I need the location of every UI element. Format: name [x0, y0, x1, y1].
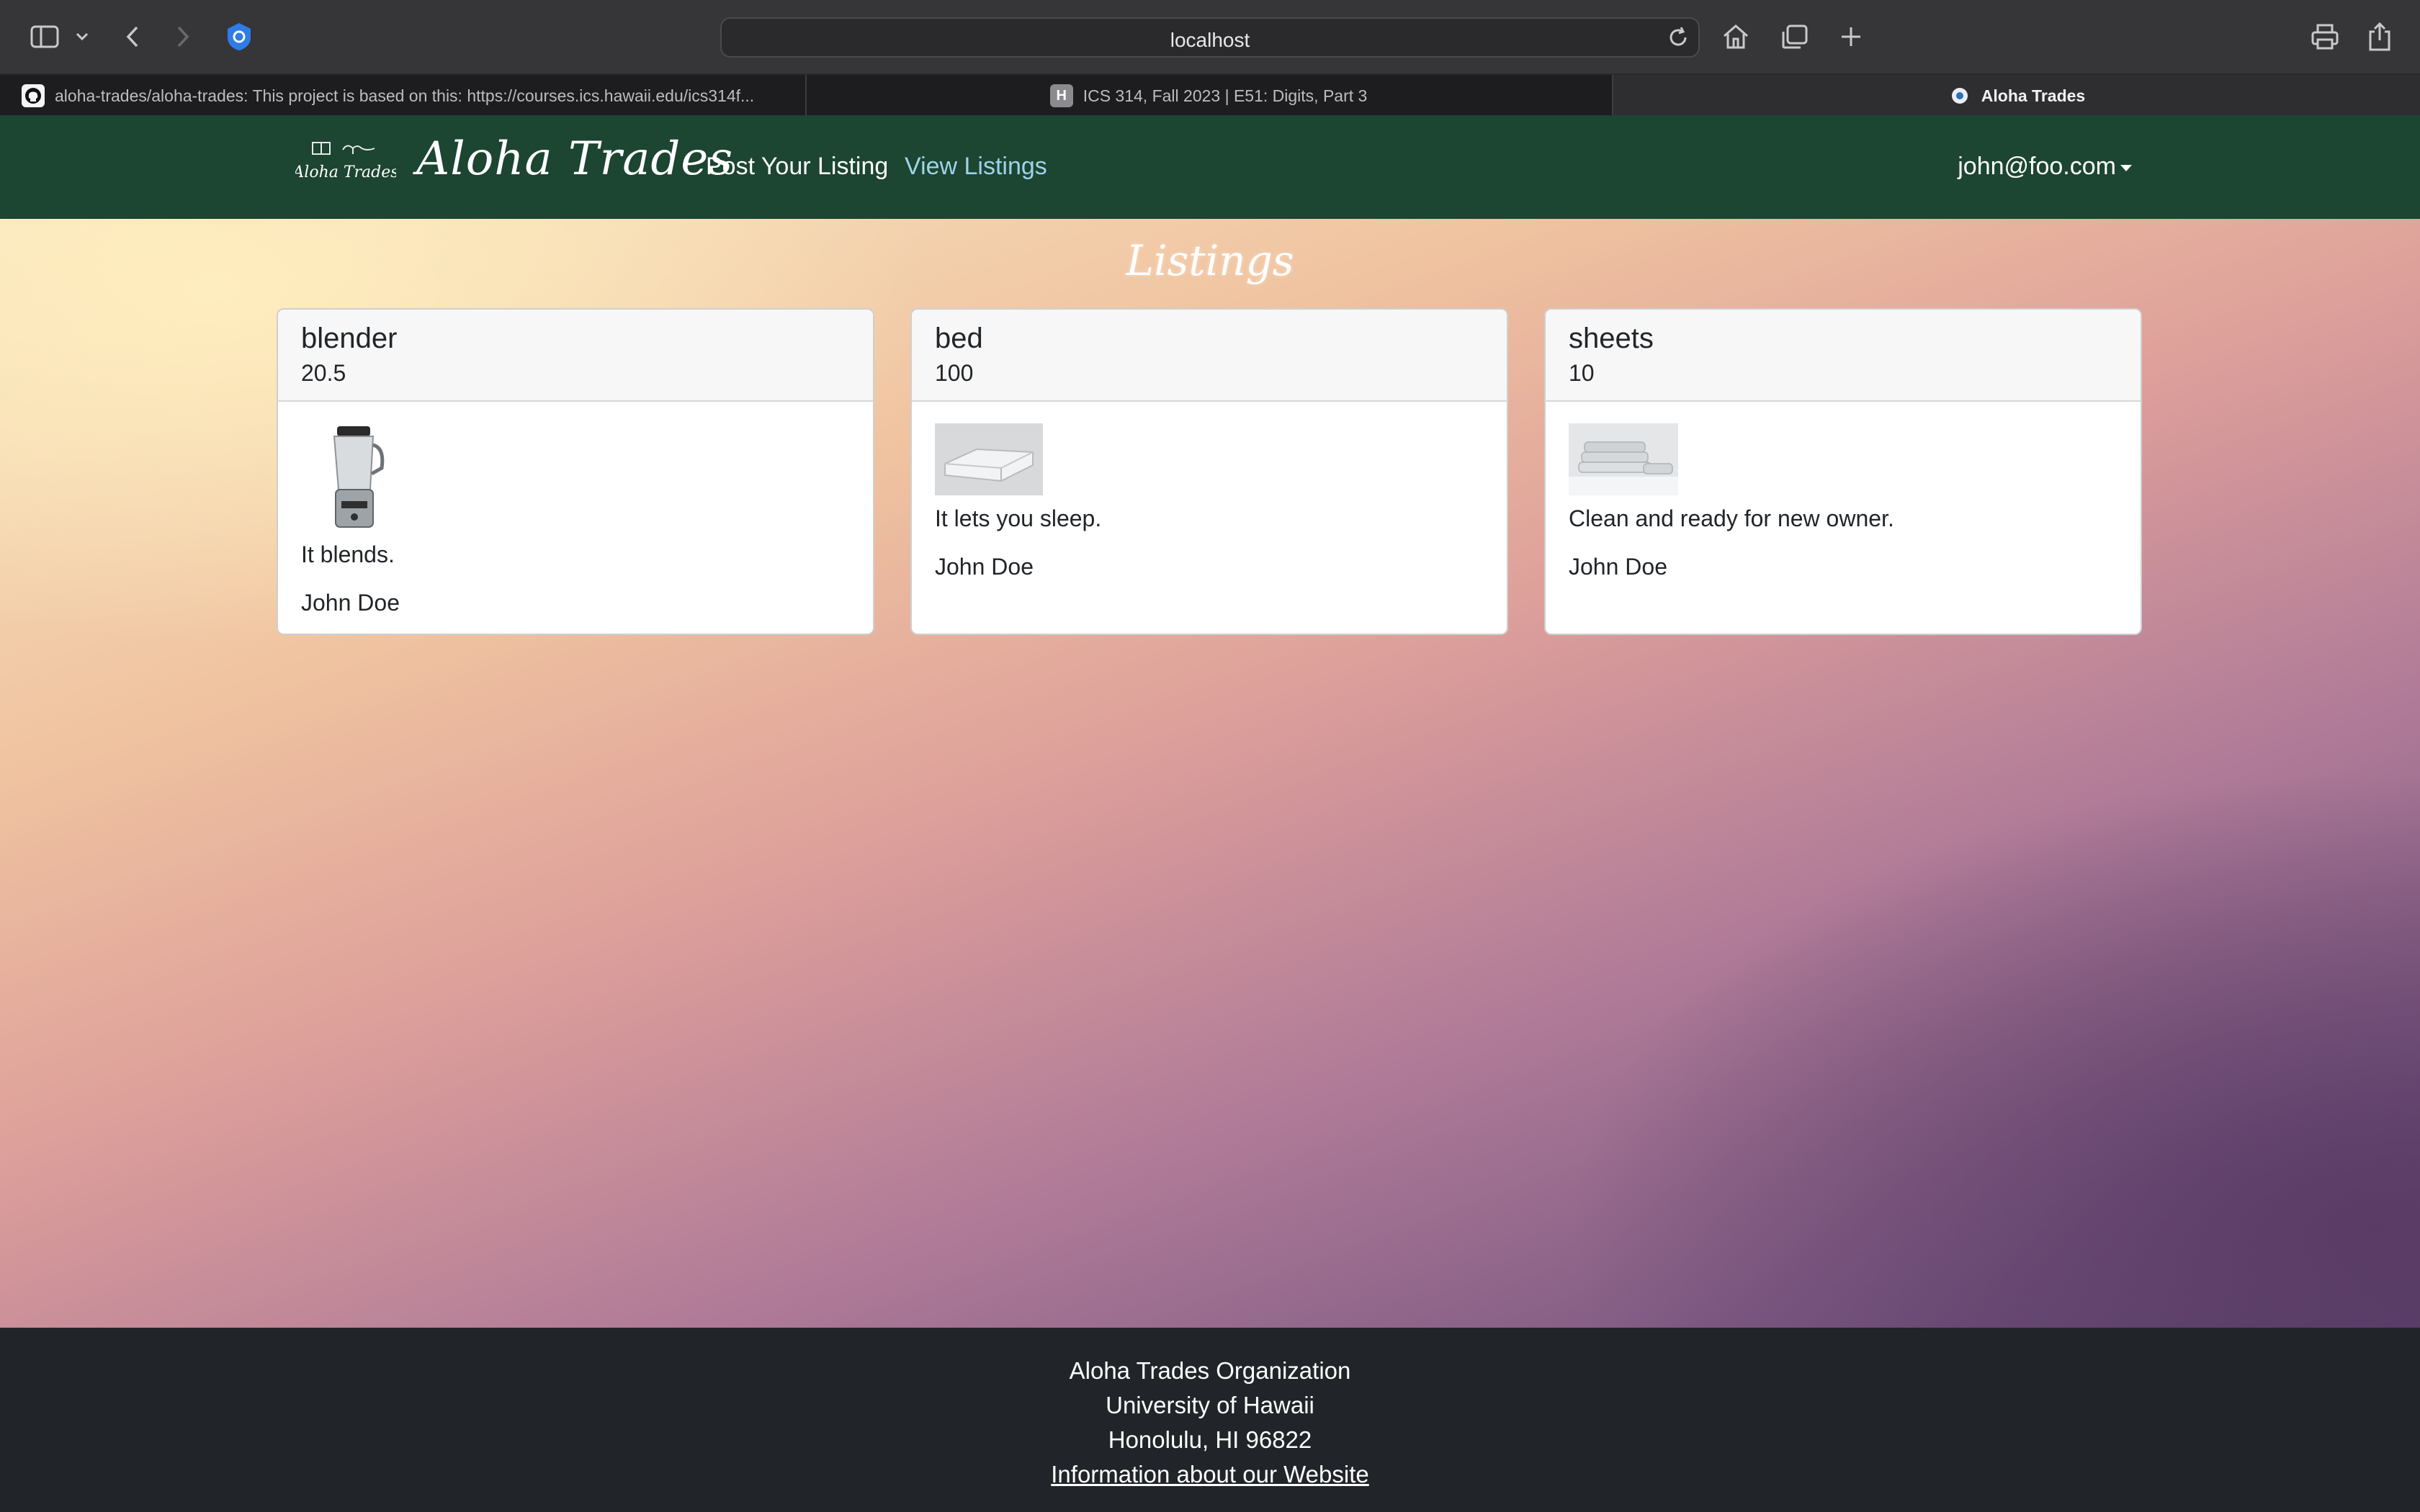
- site-navbar: Aloha Trades Aloha Trades Post Your List…: [0, 115, 2420, 219]
- listing-price: 20.5: [301, 360, 346, 386]
- tab-overview-icon[interactable]: [1779, 16, 1811, 58]
- listing-name: sheets: [1569, 323, 1654, 354]
- tab-label: Aloha Trades: [1981, 86, 2086, 105]
- tab-bar: aloha-trades/aloha-trades: This project …: [0, 73, 2420, 117]
- web-page: Aloha Trades Aloha Trades Post Your List…: [0, 115, 2420, 1512]
- brand-title[interactable]: Aloha Trades: [416, 132, 733, 186]
- forward-icon[interactable]: [170, 16, 196, 58]
- home-icon[interactable]: [1720, 16, 1752, 58]
- listing-description: Clean and ready for new owner.: [1569, 505, 1894, 531]
- back-icon[interactable]: [120, 16, 145, 58]
- listing-card: blender 20.5 It blends. John Doe: [277, 308, 874, 635]
- folded-sheets-image: [1569, 423, 1678, 495]
- blender-image: [333, 426, 385, 528]
- aloha-trades-icon: [1948, 84, 1971, 107]
- listing-name: blender: [301, 323, 398, 354]
- chevron-down-icon[interactable]: [72, 16, 92, 58]
- listing-description: It blends.: [301, 541, 395, 567]
- aloha-trades-logo[interactable]: Aloha Trades: [291, 140, 399, 186]
- site-footer: Aloha Trades Organization University of …: [0, 1328, 2420, 1512]
- tab-aloha-trades[interactable]: Aloha Trades: [1613, 75, 2420, 117]
- nav-post-listing[interactable]: Post Your Listing: [706, 153, 888, 181]
- listing-name: bed: [935, 323, 983, 354]
- user-dropdown[interactable]: john@foo.com: [1958, 153, 2132, 181]
- user-email: john@foo.com: [1958, 153, 2116, 180]
- github-icon: [22, 84, 45, 107]
- card-header: sheets 10: [1546, 310, 2141, 402]
- new-tab-icon[interactable]: [1835, 16, 1867, 58]
- card-body: It blends. John Doe: [278, 402, 873, 634]
- main-content: Listings blender 20.5 It blends. John Do…: [0, 219, 2420, 1328]
- listing-card: bed 100 It lets you sleep. John Doe: [910, 308, 1508, 635]
- listing-price: 100: [935, 360, 974, 386]
- tab-label: ICS 314, Fall 2023 | E51: Digits, Part 3: [1083, 86, 1368, 105]
- print-icon[interactable]: [2309, 16, 2341, 58]
- logo-text: Aloha Trades: [295, 163, 396, 181]
- nav-view-listings[interactable]: View Listings: [905, 153, 1047, 181]
- privacy-shield-icon[interactable]: [223, 16, 255, 58]
- card-header: blender 20.5: [278, 310, 873, 402]
- page-title: Listings: [1126, 236, 1294, 285]
- tab-github[interactable]: aloha-trades/aloha-trades: This project …: [0, 75, 804, 117]
- browser-toolbar: localhost: [0, 0, 2420, 73]
- tab-label: aloha-trades/aloha-trades: This project …: [55, 86, 755, 105]
- address-bar[interactable]: localhost: [720, 17, 1700, 58]
- tab-ics314[interactable]: H ICS 314, Fall 2023 | E51: Digits, Part…: [807, 75, 1610, 117]
- card-body: Clean and ready for new owner. John Doe: [1546, 402, 2141, 602]
- footer-org: Aloha Trades Organization: [1069, 1357, 1351, 1384]
- mattress-image: [935, 423, 1043, 495]
- card-header: bed 100: [912, 310, 1507, 402]
- caret-down-icon: [2120, 164, 2132, 171]
- listing-owner: John Doe: [935, 554, 1034, 580]
- h-icon: H: [1049, 84, 1073, 107]
- footer-info-link[interactable]: Information about our Website: [1051, 1461, 1368, 1488]
- footer-university: University of Hawaii: [1106, 1392, 1314, 1418]
- sidebar-toggle-icon[interactable]: [27, 16, 62, 58]
- listing-owner: John Doe: [1569, 554, 1667, 580]
- share-icon[interactable]: [2364, 16, 2396, 58]
- reload-icon[interactable]: [1665, 24, 1691, 54]
- url-text: localhost: [1170, 29, 1250, 51]
- listing-description: It lets you sleep.: [935, 505, 1102, 531]
- listing-owner: John Doe: [301, 590, 400, 616]
- listing-card: sheets 10 Clean and ready for new owner.…: [1544, 308, 2142, 635]
- card-body: It lets you sleep. John Doe: [912, 402, 1507, 602]
- footer-address: Honolulu, HI 96822: [1108, 1426, 1312, 1453]
- listing-price: 10: [1569, 360, 1595, 386]
